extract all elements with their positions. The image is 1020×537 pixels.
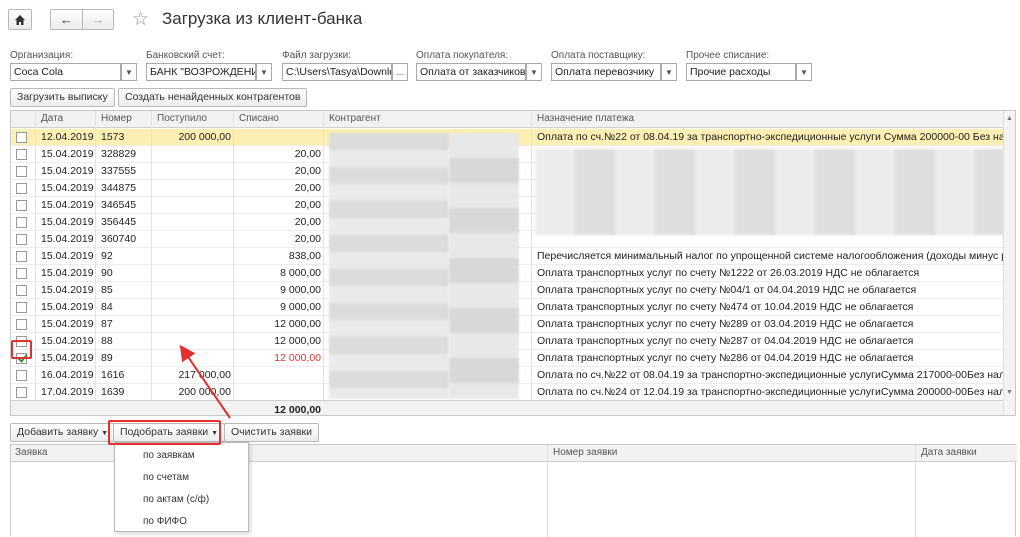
annotation-arrow-icon (179, 344, 231, 419)
